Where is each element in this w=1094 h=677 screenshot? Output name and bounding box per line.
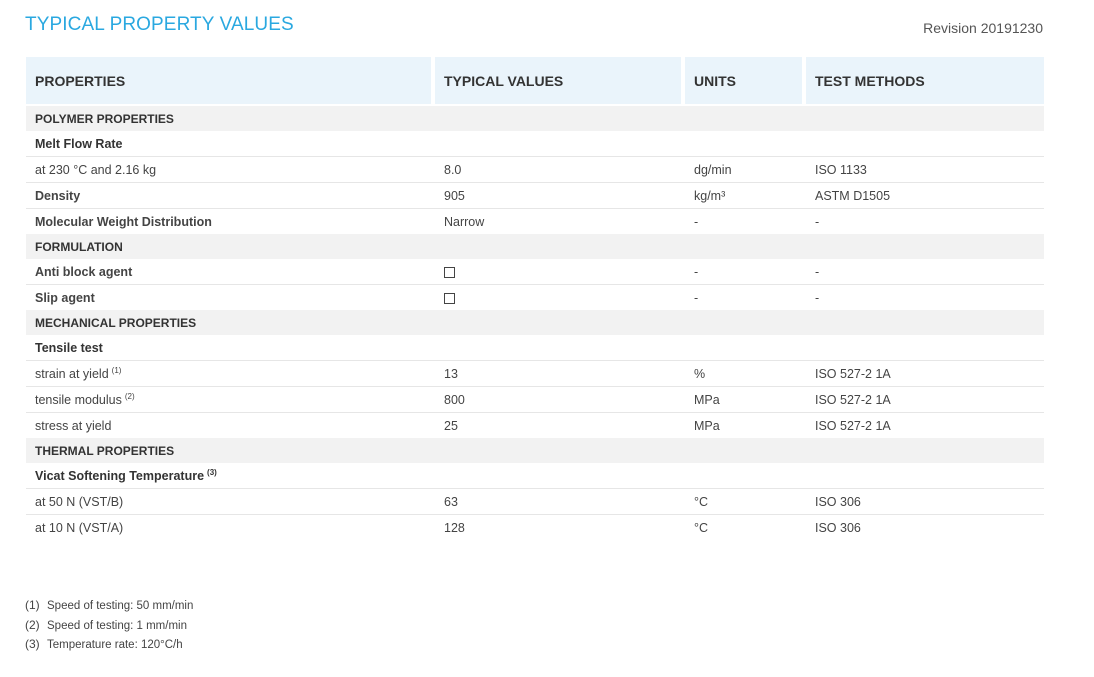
table-header-row: PROPERTIES TYPICAL VALUES UNITS TEST MET…: [26, 57, 1044, 104]
section-title: THERMAL PROPERTIES: [26, 438, 1044, 463]
unit: -: [685, 208, 806, 234]
unit: %: [685, 360, 806, 386]
table-row: tensile modulus (2) 800 MPa ISO 527-2 1A: [26, 386, 1044, 412]
test-method: ISO 527-2 1A: [806, 386, 1044, 412]
group-row: Tensile test: [26, 335, 1044, 360]
property-name: at 50 N (VST/B): [26, 488, 435, 514]
checkbox-empty: [444, 266, 455, 278]
typical-value: 25: [435, 412, 685, 438]
footnote-text: Speed of testing: 50 mm/min: [47, 600, 194, 612]
footnote-ref: (2): [124, 391, 135, 401]
test-method: ISO 1133: [806, 156, 1044, 182]
property-table: PROPERTIES TYPICAL VALUES UNITS TEST MET…: [26, 57, 1044, 540]
group-title: Tensile test: [35, 340, 103, 355]
typical-value: 8.0: [435, 156, 685, 182]
test-method: ISO 527-2 1A: [806, 360, 1044, 386]
group-cell: Vicat Softening Temperature (3): [26, 463, 1044, 488]
table-row: Density 905 kg/m³ ASTM D1505: [26, 182, 1044, 208]
group-title: Melt Flow Rate: [35, 136, 123, 151]
footnote-text: Temperature rate: 120°C/h: [47, 639, 183, 651]
footnote-ref: (3): [207, 467, 217, 477]
table-row: stress at yield 25 MPa ISO 527-2 1A: [26, 412, 1044, 438]
property-name: at 10 N (VST/A): [26, 514, 435, 540]
unit: kg/m³: [685, 182, 806, 208]
footnote-text: Speed of testing: 1 mm/min: [47, 619, 187, 632]
property-cell: tensile modulus (2): [26, 386, 435, 412]
footnote: (3) Temperature rate: 120°C/h: [25, 635, 193, 655]
typical-value: [435, 259, 685, 284]
property-cell: strain at yield (1): [26, 360, 435, 386]
property-name: Density: [26, 182, 435, 208]
unit: °C: [685, 488, 806, 514]
test-method: ISO 527-2 1A: [806, 412, 1044, 438]
revision-label: Revision 20191230: [923, 20, 1043, 36]
table-row: Slip agent - -: [26, 284, 1044, 310]
footnote: (2) Speed of testing: 1 mm/min: [25, 616, 193, 636]
footnote-mark: (3): [25, 637, 40, 651]
table-row: at 50 N (VST/B) 63 °C ISO 306: [26, 488, 1044, 514]
typical-value: Narrow: [435, 208, 685, 234]
property-name: Anti block agent: [35, 264, 133, 279]
footnote-mark: (1): [25, 598, 40, 612]
section-title: FORMULATION: [26, 234, 1044, 259]
property-name: strain at yield: [35, 367, 109, 382]
footnotes: (1) Speed of testing: 50 mm/min (2) Speed …: [25, 596, 193, 655]
property-name: at 230 °C and 2.16 kg: [26, 156, 435, 182]
section-row: THERMAL PROPERTIES: [26, 438, 1044, 463]
checkbox-empty: [444, 292, 455, 304]
page-title: TYPICAL PROPERTY VALUES: [25, 14, 294, 35]
unit: -: [694, 264, 699, 279]
property-name: Slip agent: [26, 284, 435, 310]
section-title: MECHANICAL PROPERTIES: [26, 310, 1044, 335]
property-name: tensile modulus: [35, 393, 122, 408]
section-row: POLYMER PROPERTIES: [26, 106, 1044, 131]
group-row: Melt Flow Rate: [26, 131, 1044, 156]
property-name: stress at yield: [26, 412, 435, 438]
test-method: ASTM D1505: [806, 182, 1044, 208]
typical-value: 905: [435, 182, 685, 208]
unit: MPa: [685, 412, 806, 438]
unit: dg/min: [685, 156, 806, 182]
group-title: Vicat Softening Temperature: [35, 469, 205, 484]
unit: -: [685, 284, 806, 310]
test-method: -: [806, 284, 1044, 310]
table-row: Anti block agent - -: [26, 259, 1044, 284]
test-method: -: [815, 264, 820, 279]
table-row: Molecular Weight Distribution Narrow - -: [26, 208, 1044, 234]
col-header-typical-values: TYPICAL VALUES: [435, 57, 685, 104]
unit: MPa: [685, 386, 806, 412]
footnote-mark: (2): [25, 617, 40, 632]
section-title: POLYMER PROPERTIES: [26, 106, 1044, 131]
test-method: ISO 306: [806, 488, 1044, 514]
section-row: FORMULATION: [26, 234, 1044, 259]
typical-value: 63: [435, 488, 685, 514]
section-row: MECHANICAL PROPERTIES: [26, 310, 1044, 335]
typical-value: 800: [435, 386, 685, 412]
typical-value: [435, 284, 685, 310]
table-row: strain at yield (1) 13 % ISO 527-2 1A: [26, 360, 1044, 386]
footnote-ref: (1): [111, 365, 122, 375]
test-method: -: [806, 208, 1044, 234]
col-header-test-methods: TEST METHODS: [806, 57, 1044, 104]
unit: °C: [685, 514, 806, 540]
test-method: ISO 306: [806, 514, 1044, 540]
property-name: Molecular Weight Distribution: [26, 208, 435, 234]
table-row: at 230 °C and 2.16 kg 8.0 dg/min ISO 113…: [26, 156, 1044, 182]
col-header-properties: PROPERTIES: [26, 57, 435, 104]
typical-value: 128: [435, 514, 685, 540]
table-row: at 10 N (VST/A) 128 °C ISO 306: [26, 514, 1044, 540]
typical-value: 13: [435, 360, 685, 386]
group-row: Vicat Softening Temperature (3): [26, 463, 1044, 488]
col-header-units: UNITS: [685, 57, 806, 104]
footnote: (1) Speed of testing: 50 mm/min: [25, 596, 193, 616]
